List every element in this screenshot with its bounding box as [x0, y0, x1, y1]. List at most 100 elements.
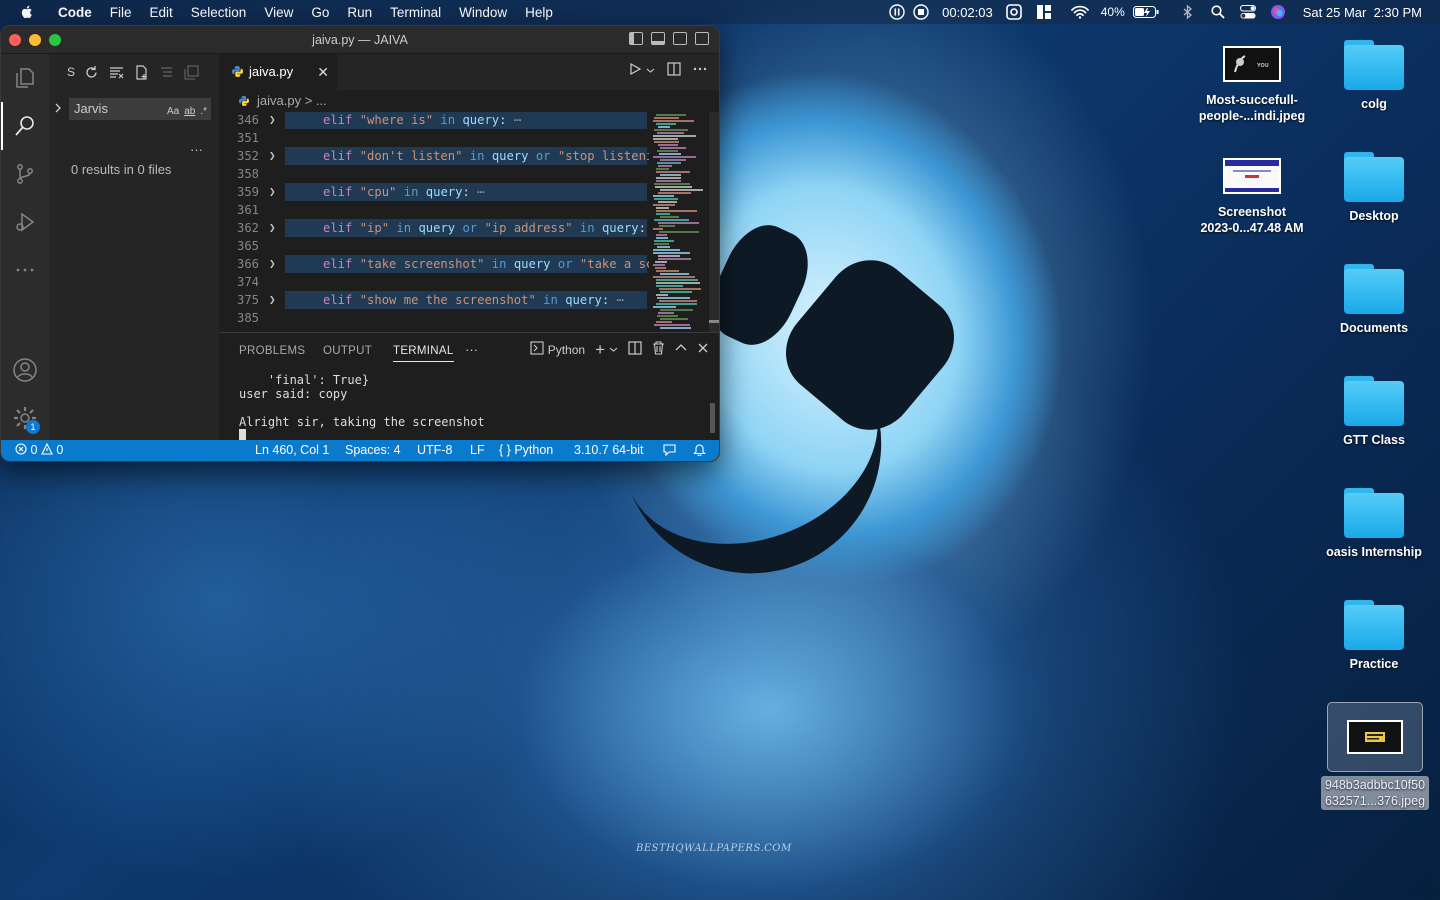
minimap[interactable]: [649, 112, 709, 332]
menu-terminal[interactable]: Terminal: [381, 5, 450, 20]
search-icon[interactable]: [1, 102, 49, 150]
screen-capture-icon[interactable]: [1005, 4, 1023, 20]
encoding-status[interactable]: UTF-8: [417, 443, 452, 457]
fold-chevron-icon[interactable]: ❯: [269, 219, 276, 237]
desktop-folder-gtt-class[interactable]: GTT Class: [1309, 376, 1439, 448]
indentation-status[interactable]: Spaces: 4: [345, 443, 401, 457]
control-center-icon[interactable]: [1239, 4, 1257, 20]
run-python-file-icon[interactable]: [628, 62, 642, 79]
breadcrumb-file[interactable]: jaiva.py: [257, 93, 301, 108]
toggle-panel-icon[interactable]: [651, 32, 665, 45]
editor-scrollbar-thumb[interactable]: [709, 320, 719, 323]
fold-chevron-icon[interactable]: ❯: [269, 147, 276, 165]
minimize-window-button[interactable]: [29, 34, 41, 46]
desktop-file-label: 948b3adbbc10f50: [1324, 778, 1426, 792]
use-regex-toggle[interactable]: .*: [200, 101, 207, 123]
language-mode[interactable]: { } Python: [499, 443, 553, 457]
python-interpreter[interactable]: 3.10.7 64-bit: [574, 443, 644, 457]
panel-tab-terminal[interactable]: TERMINAL: [393, 345, 454, 362]
source-control-icon[interactable]: [1, 150, 49, 198]
close-window-button[interactable]: [9, 34, 21, 46]
zoom-window-button[interactable]: [49, 34, 61, 46]
kill-terminal-trash-icon[interactable]: [652, 341, 665, 358]
menu-app-name[interactable]: Code: [49, 5, 101, 20]
desktop-file-screenshot[interactable]: Screenshot 2023-0...47.48 AM: [1187, 158, 1317, 236]
split-terminal-icon[interactable]: [628, 341, 642, 358]
more-views-icon[interactable]: [1, 246, 49, 294]
desktop-folder-colg[interactable]: colg: [1309, 40, 1439, 112]
wifi-icon[interactable]: [1070, 4, 1089, 20]
desktop-folder-practice[interactable]: Practice: [1309, 600, 1439, 672]
menu-window[interactable]: Window: [450, 5, 516, 20]
clear-results-icon[interactable]: [108, 64, 125, 81]
breadcrumb-symbol[interactable]: ...: [316, 93, 327, 108]
desktop-folder-desktop[interactable]: Desktop: [1309, 152, 1439, 224]
pause-icon[interactable]: [888, 4, 906, 20]
more-actions-icon[interactable]: [693, 62, 707, 79]
window-titlebar[interactable]: jaiva.py — JAIVA: [1, 26, 719, 54]
toggle-search-details[interactable]: ···: [190, 142, 203, 157]
match-case-toggle[interactable]: Aa: [167, 101, 179, 123]
collapse-all-icon[interactable]: [183, 64, 200, 81]
close-tab-icon[interactable]: ✕: [317, 54, 329, 90]
window-layout-icon[interactable]: [1035, 4, 1053, 20]
menu-selection[interactable]: Selection: [182, 5, 256, 20]
apple-icon[interactable]: [19, 4, 35, 20]
desktop-folder-oasis-internship[interactable]: oasis Internship: [1309, 488, 1439, 560]
menu-view[interactable]: View: [255, 5, 302, 20]
desktop-file-most-succefull[interactable]: YOU Most-succefull- people-...indi.jpeg: [1187, 46, 1317, 124]
spotlight-search-icon[interactable]: [1209, 4, 1227, 20]
fold-chevron-icon[interactable]: ❯: [269, 255, 276, 273]
terminal-output[interactable]: 'final': True} user said: copy Alright si…: [239, 373, 485, 445]
toggle-replace-chevron-icon[interactable]: [53, 102, 63, 117]
stop-record-icon[interactable]: [912, 4, 930, 20]
run-options-chevron-icon[interactable]: [646, 63, 655, 78]
new-search-editor-icon[interactable]: [133, 64, 150, 81]
editor-scrollbar[interactable]: [709, 112, 719, 332]
menu-edit[interactable]: Edit: [141, 5, 182, 20]
match-whole-word-toggle[interactable]: ab: [184, 101, 195, 123]
feedback-icon[interactable]: [663, 443, 676, 459]
siri-icon[interactable]: [1269, 4, 1287, 20]
manage-gear-icon[interactable]: 1: [1, 394, 49, 442]
maximize-panel-icon[interactable]: [675, 342, 687, 357]
panel-more-icon[interactable]: ···: [465, 342, 478, 357]
minimap-line: [660, 216, 679, 218]
terminal-options-chevron-icon[interactable]: [609, 343, 618, 357]
new-terminal-icon[interactable]: +: [595, 341, 605, 358]
fold-chevron-icon[interactable]: ❯: [269, 183, 276, 201]
editor-tab-jaiva-py[interactable]: jaiva.py ✕: [219, 54, 337, 90]
desktop-file-selected-jpeg[interactable]: 948b3adbbc10f50 632571...376.jpeg: [1310, 702, 1440, 810]
fold-chevron-icon[interactable]: ❯: [269, 112, 276, 129]
search-input[interactable]: Jarvis Aa ab .*: [69, 98, 211, 120]
refresh-icon[interactable]: [83, 64, 100, 81]
explorer-icon[interactable]: [1, 54, 49, 102]
date-time[interactable]: Sat 25 Mar 2:30 PM: [1303, 5, 1422, 20]
fold-chevron-icon[interactable]: ❯: [269, 291, 276, 309]
folder-label: Practice: [1349, 657, 1399, 671]
menu-help[interactable]: Help: [516, 5, 562, 20]
cursor-position[interactable]: Ln 460, Col 1: [255, 443, 329, 457]
eol-status[interactable]: LF: [470, 443, 485, 457]
battery-icon[interactable]: [1132, 4, 1159, 20]
problems-status[interactable]: 0 0: [15, 442, 63, 457]
menu-file[interactable]: File: [101, 5, 141, 20]
desktop-folder-documents[interactable]: Documents: [1309, 264, 1439, 336]
run-debug-icon[interactable]: [1, 198, 49, 246]
bluetooth-icon[interactable]: [1179, 4, 1197, 20]
menu-run[interactable]: Run: [338, 5, 381, 20]
split-editor-icon[interactable]: [667, 62, 681, 79]
code-editor[interactable]: 346 ❯ elif "where is" in query: ⋯ 351 352 ❯ el…: [219, 112, 719, 332]
toggle-primary-sidebar-icon[interactable]: [629, 32, 643, 45]
terminal-scrollbar[interactable]: [710, 403, 715, 433]
menu-go[interactable]: Go: [302, 5, 338, 20]
toggle-secondary-sidebar-icon[interactable]: [673, 32, 687, 45]
panel-tab-problems[interactable]: PROBLEMS: [239, 345, 305, 357]
panel-tab-output[interactable]: OUTPUT: [323, 345, 372, 357]
terminal-shell-name[interactable]: Python: [548, 343, 585, 357]
customize-layout-icon[interactable]: [695, 32, 709, 45]
close-panel-icon[interactable]: [697, 342, 709, 357]
notifications-bell-icon[interactable]: [693, 443, 706, 459]
accounts-icon[interactable]: [1, 346, 49, 394]
view-as-tree-icon[interactable]: [158, 64, 175, 81]
